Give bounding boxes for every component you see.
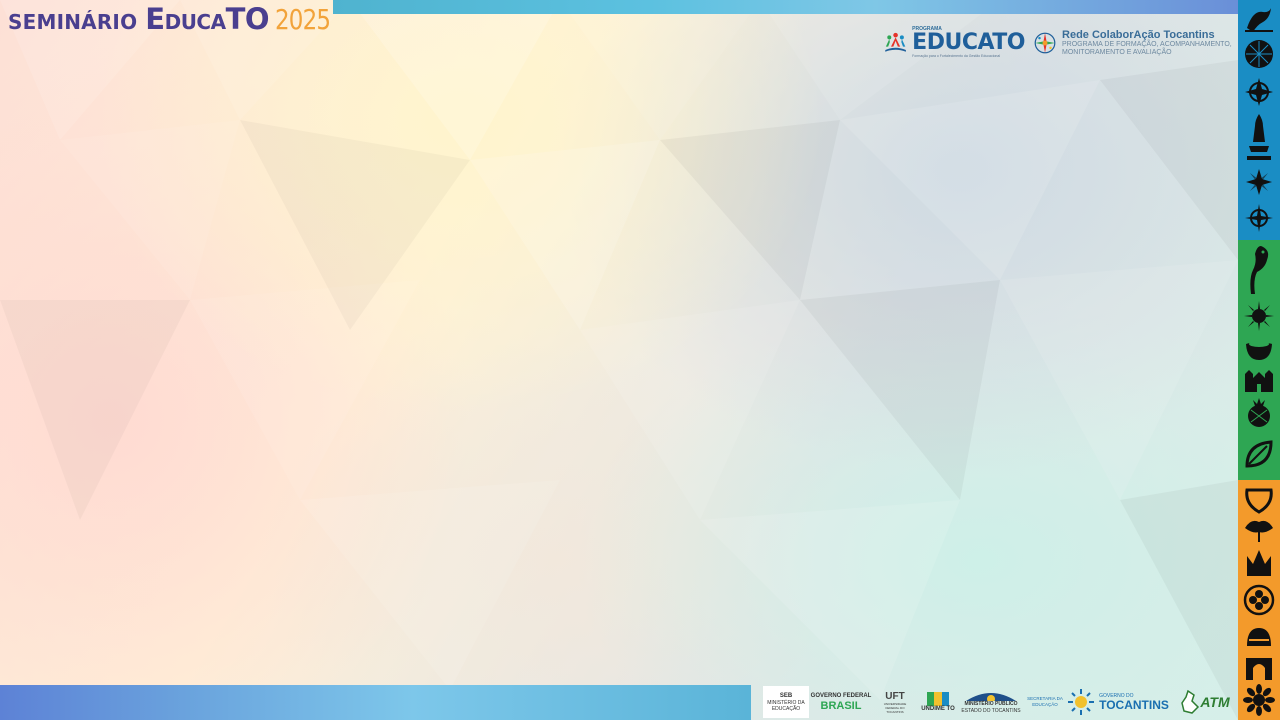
top-color-band: [333, 0, 1238, 14]
atm-map-icon: [1181, 689, 1200, 714]
partner-brasil-logo: GOVERNO FEDERAL BRASIL: [810, 686, 872, 718]
compass-rose-icon: [1243, 76, 1275, 108]
partner-atm-logo: ATM: [1178, 686, 1232, 718]
page-title: Seminário EducaTO 2025: [8, 2, 342, 36]
low-poly-pattern: [0, 0, 1238, 720]
flower-icon: [1243, 512, 1275, 544]
gate-icon: [1243, 650, 1275, 682]
bowl-icon: [1243, 332, 1275, 364]
bird-icon: [1243, 4, 1275, 36]
icon-strip: [1238, 0, 1280, 720]
crown-icon: [1243, 546, 1275, 578]
bird-head-icon: [1243, 244, 1275, 298]
partner-uft-logo: UFT UNIVERSIDADE FEDERAL DO TOCANTINS: [876, 686, 914, 718]
sunflower-icon: [1243, 684, 1275, 716]
partner-uft-abbr: UFT: [885, 690, 905, 702]
compass-star-icon: [1243, 166, 1275, 198]
partner-undime-name: UNDIME TO: [921, 705, 955, 712]
title-educato: EducaTO: [145, 2, 270, 36]
hat-icon: [1243, 620, 1275, 652]
educato-name: EDUCATO: [912, 30, 1025, 55]
partner-undime-logo: UNDIME TO: [920, 686, 956, 718]
rede-subtitle: PROGRAMA DE FORMAÇÃO, ACOMPANHAMENTO, MO…: [1062, 41, 1232, 56]
leaf-icon: [1243, 438, 1275, 470]
polygon-background: [0, 0, 1238, 720]
rede-title: Rede ColaborAção Tocantins: [1062, 29, 1215, 41]
partner-mp-title: MINISTÉRIO PÚBLICO: [964, 700, 1018, 707]
partner-mec-name: MINISTÉRIO DA EDUCAÇÃO: [767, 699, 805, 712]
educato-emblem-icon: [885, 32, 906, 52]
partner-mp-logo: MINISTÉRIO PÚBLICO ESTADO DO TOCANTINS: [961, 686, 1021, 718]
partner-mec-logo: SEB MINISTÉRIO DA EDUCAÇÃO: [763, 686, 809, 718]
church-icon: [1243, 362, 1275, 394]
educato-tagline: Formação para o Fortalecimento da Gestão…: [912, 54, 1001, 58]
partner-tocantins-logo: GOVERNO DO TOCANTINS: [1066, 686, 1170, 718]
partner-mec-abbr: SEB: [779, 692, 793, 699]
shell-icon: [1243, 38, 1275, 70]
tocantins-sun-icon: [1068, 689, 1095, 715]
bottom-color-band: [0, 685, 751, 720]
statue-icon: [1243, 112, 1275, 164]
partner-logos: SEB MINISTÉRIO DA EDUCAÇÃO GOVERNO FEDER…: [760, 684, 1238, 720]
title-year: 2025: [275, 3, 331, 36]
undime-emblem-icon: [927, 691, 949, 706]
educato-logo: PROGRAMA EDUCATO Formação para o Fortale…: [883, 20, 1025, 64]
compass-small-icon: [1243, 202, 1275, 234]
partner-brasil-gov: GOVERNO FEDERAL: [810, 692, 872, 699]
rede-colaboracao-logo: Rede ColaborAção Tocantins PROGRAMA DE F…: [1034, 22, 1234, 64]
partner-mp-sub: ESTADO DO TOCANTINS: [961, 707, 1021, 714]
partner-atm-name: ATM: [1200, 693, 1230, 710]
pineapple-icon: [1243, 396, 1275, 428]
partner-seduc-name: SECRETARIA DA EDUCAÇÃO: [1027, 696, 1063, 707]
title-seminario: Seminário: [8, 10, 138, 34]
partner-tocantins-name: TOCANTINS: [1099, 697, 1169, 712]
partner-uft-name: UNIVERSIDADE FEDERAL DO TOCANTINS: [883, 701, 907, 714]
circle-flower-icon: [1243, 584, 1275, 616]
sun-icon: [1243, 300, 1275, 332]
rede-compass-icon: [1034, 32, 1056, 54]
partner-seduc-logo: SECRETARIA DA EDUCAÇÃO: [1026, 686, 1064, 718]
partner-brasil-name: BRASIL: [820, 699, 862, 712]
mp-sunrise-icon: [966, 692, 1016, 701]
